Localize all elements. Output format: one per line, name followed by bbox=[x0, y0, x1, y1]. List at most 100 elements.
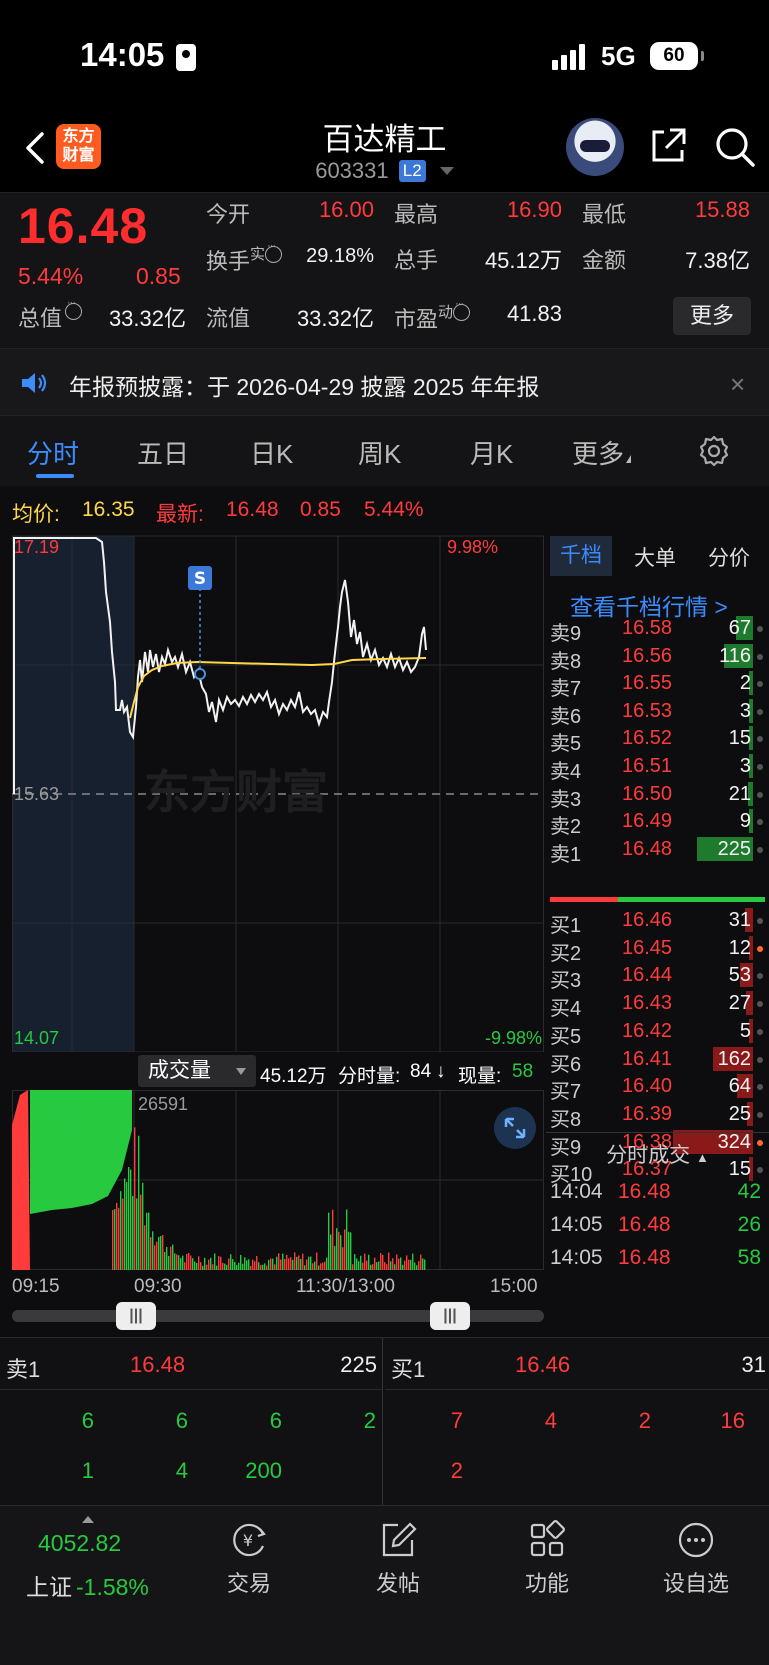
market-cap-label[interactable]: 总值 bbox=[18, 297, 83, 333]
pe-label[interactable]: 市盈动 bbox=[394, 298, 471, 334]
share-icon[interactable] bbox=[648, 126, 688, 166]
ask-volume: 9 bbox=[739, 810, 751, 833]
index-name: 上证 -1.58% bbox=[26, 1574, 149, 1600]
tab-intraday[interactable]: 分时 bbox=[27, 434, 79, 471]
volume-bar bbox=[184, 1262, 186, 1270]
volume-bar bbox=[298, 1255, 300, 1270]
bid-volume: 25 bbox=[728, 1102, 751, 1125]
ask-row[interactable]: 卖3 16.50 21 bbox=[550, 780, 765, 811]
queue-order: 16 bbox=[720, 1408, 745, 1433]
volume-bar bbox=[218, 1256, 220, 1270]
tab-daily-k[interactable]: 日K bbox=[250, 434, 293, 471]
volume-bar bbox=[272, 1258, 274, 1270]
announcement-bar[interactable]: 年报预披露：于 2026-04-29 披露 2025 年年报 × bbox=[0, 348, 769, 416]
change-amount: 0.85 bbox=[136, 263, 181, 289]
ask-row[interactable]: 卖8 16.56 116 bbox=[550, 642, 765, 673]
bid-price: 16.44 bbox=[622, 964, 673, 987]
volume-bar bbox=[194, 1261, 196, 1270]
bid-row[interactable]: 买1 16.46 31 bbox=[550, 906, 765, 937]
volume-bar bbox=[360, 1255, 362, 1270]
nav-trade[interactable]: ¥ 交易 bbox=[189, 1520, 309, 1598]
index-ticker[interactable]: 4052.82 上证 -1.58% bbox=[0, 1506, 170, 1626]
volume-bar bbox=[216, 1265, 218, 1270]
signal-icon bbox=[552, 44, 592, 70]
close-icon[interactable]: × bbox=[730, 369, 745, 400]
latest-label: 最新: bbox=[156, 503, 204, 526]
ask-row[interactable]: 卖9 16.58 67 bbox=[550, 614, 765, 645]
volume-bar bbox=[330, 1234, 332, 1270]
ask-row[interactable]: 卖7 16.55 2 bbox=[550, 669, 765, 700]
trade-row: 14:04 16.48 42 bbox=[550, 1180, 765, 1212]
chart-range-slider[interactable]: ||| ||| bbox=[12, 1302, 544, 1330]
tab-big-orders[interactable]: 大单 bbox=[634, 542, 676, 572]
trades-title[interactable]: 分时成交 ▲ bbox=[546, 1132, 769, 1169]
volume-bar bbox=[158, 1236, 160, 1270]
tab-monthly-k[interactable]: 月K bbox=[470, 434, 513, 471]
info-icon bbox=[453, 298, 471, 321]
trade-row: 14:05 16.48 58 bbox=[550, 1246, 765, 1278]
ask-queue-header[interactable]: 卖1 16.48 225 bbox=[0, 1338, 383, 1390]
volume-bar bbox=[286, 1254, 288, 1270]
volume-bar bbox=[340, 1235, 342, 1270]
volume-bar bbox=[168, 1256, 170, 1270]
bid-queue-header[interactable]: 买1 16.46 31 bbox=[385, 1338, 768, 1390]
volume-bar bbox=[230, 1254, 232, 1270]
volume-bar bbox=[252, 1259, 254, 1270]
volume-chart[interactable]: 26591 bbox=[12, 1090, 544, 1270]
expand-icon[interactable] bbox=[494, 1107, 536, 1149]
status-dot bbox=[757, 945, 763, 952]
volume-bar bbox=[264, 1263, 266, 1270]
volume-bar bbox=[290, 1257, 292, 1270]
queue-order: 6 bbox=[81, 1408, 94, 1433]
turnover-label[interactable]: 换手实 bbox=[206, 240, 283, 276]
ask-price: 16.49 bbox=[622, 810, 673, 833]
tab-more[interactable]: 更多 bbox=[572, 434, 632, 471]
intraday-price-chart[interactable]: 东方财富 S 17.19 9.98% 15.63 14.07 -9.98% bbox=[12, 532, 544, 1052]
indicator-select[interactable]: 成交量 bbox=[138, 1055, 256, 1087]
volume-bar bbox=[268, 1259, 270, 1270]
nav-functions[interactable]: 功能 bbox=[487, 1520, 607, 1598]
bid-row[interactable]: 买5 16.42 5 bbox=[550, 1017, 765, 1048]
volume-bar bbox=[206, 1264, 208, 1270]
volume-bar bbox=[406, 1255, 408, 1270]
tab-price-distribution[interactable]: 分价 bbox=[708, 542, 750, 572]
ask-row[interactable]: 卖6 16.53 3 bbox=[550, 697, 765, 728]
edit-icon bbox=[382, 1522, 417, 1557]
bid-row[interactable]: 买3 16.44 53 bbox=[550, 961, 765, 992]
volume-bar bbox=[166, 1247, 168, 1270]
volume-bar bbox=[112, 1210, 114, 1270]
nav-post[interactable]: 发帖 bbox=[338, 1520, 458, 1598]
bid-row[interactable]: 买7 16.40 64 bbox=[550, 1072, 765, 1103]
time-label: 15:00 bbox=[490, 1276, 538, 1297]
current-price: 16.48 bbox=[18, 198, 149, 254]
volume-bar bbox=[224, 1263, 226, 1270]
search-icon[interactable] bbox=[714, 126, 756, 168]
bid-row[interactable]: 买8 16.39 25 bbox=[550, 1100, 765, 1131]
bid-row[interactable]: 买4 16.43 27 bbox=[550, 989, 765, 1020]
trade-time: 14:05 bbox=[550, 1213, 603, 1236]
tab-five-day[interactable]: 五日 bbox=[137, 434, 189, 471]
volume-bar bbox=[196, 1262, 198, 1270]
tab-weekly-k[interactable]: 周K bbox=[358, 434, 401, 471]
volume-bar bbox=[302, 1253, 304, 1270]
open-label: 今开 bbox=[206, 202, 251, 227]
ask-row[interactable]: 卖2 16.49 9 bbox=[550, 807, 765, 838]
ask-row[interactable]: 卖5 16.52 15 bbox=[550, 724, 765, 755]
bid-row[interactable]: 买6 16.41 162 bbox=[550, 1045, 765, 1076]
tab-depth[interactable]: 千档 bbox=[550, 536, 612, 576]
range-handle-left[interactable]: ||| bbox=[116, 1302, 156, 1330]
gear-icon[interactable] bbox=[697, 434, 731, 468]
volume-bar bbox=[198, 1256, 200, 1270]
more-button[interactable]: 更多 bbox=[673, 297, 751, 335]
assistant-robot-icon[interactable] bbox=[566, 118, 624, 176]
nav-set-watchlist[interactable]: 设自选 bbox=[636, 1520, 756, 1598]
volume-bar bbox=[146, 1212, 148, 1270]
ask-price: 16.52 bbox=[622, 727, 673, 750]
volume-bar bbox=[180, 1257, 182, 1270]
volume-bar bbox=[334, 1246, 336, 1270]
range-handle-right[interactable]: ||| bbox=[430, 1302, 470, 1330]
ask-row[interactable]: 卖4 16.51 3 bbox=[550, 752, 765, 783]
bid-row[interactable]: 买2 16.45 12 bbox=[550, 934, 765, 965]
volume-bar bbox=[258, 1262, 260, 1270]
ask-row[interactable]: 卖1 16.48 225 bbox=[550, 835, 765, 866]
